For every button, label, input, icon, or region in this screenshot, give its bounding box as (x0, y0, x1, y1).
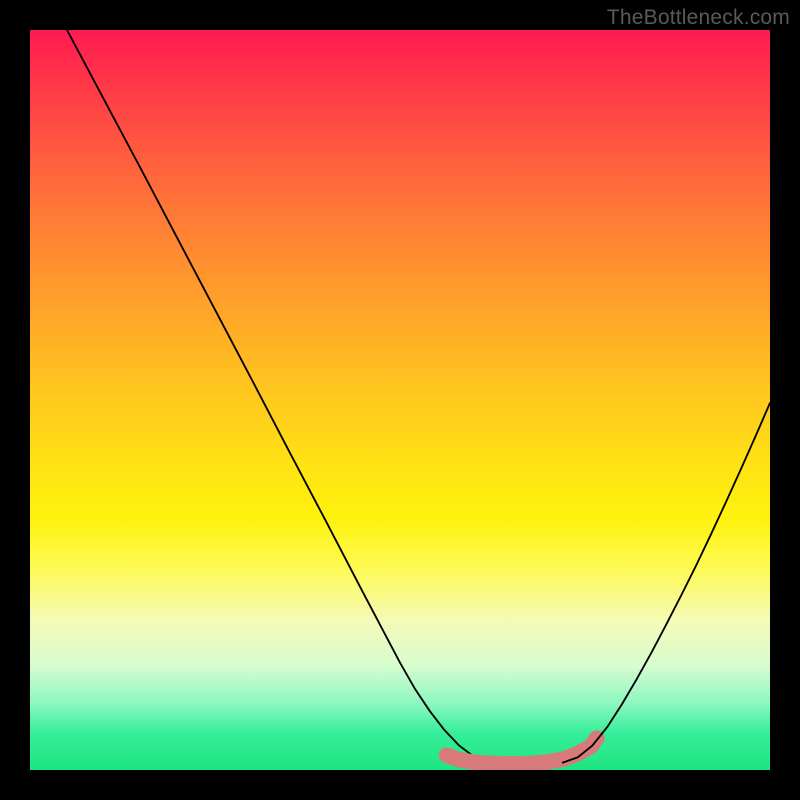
chart-plot-area (30, 30, 770, 770)
chart-stage: TheBottleneck.com (0, 0, 800, 800)
curve-left-curve (67, 30, 489, 763)
watermark-text: TheBottleneck.com (607, 6, 790, 30)
chart-curves-layer (30, 30, 770, 770)
curve-right-curve (563, 403, 770, 763)
